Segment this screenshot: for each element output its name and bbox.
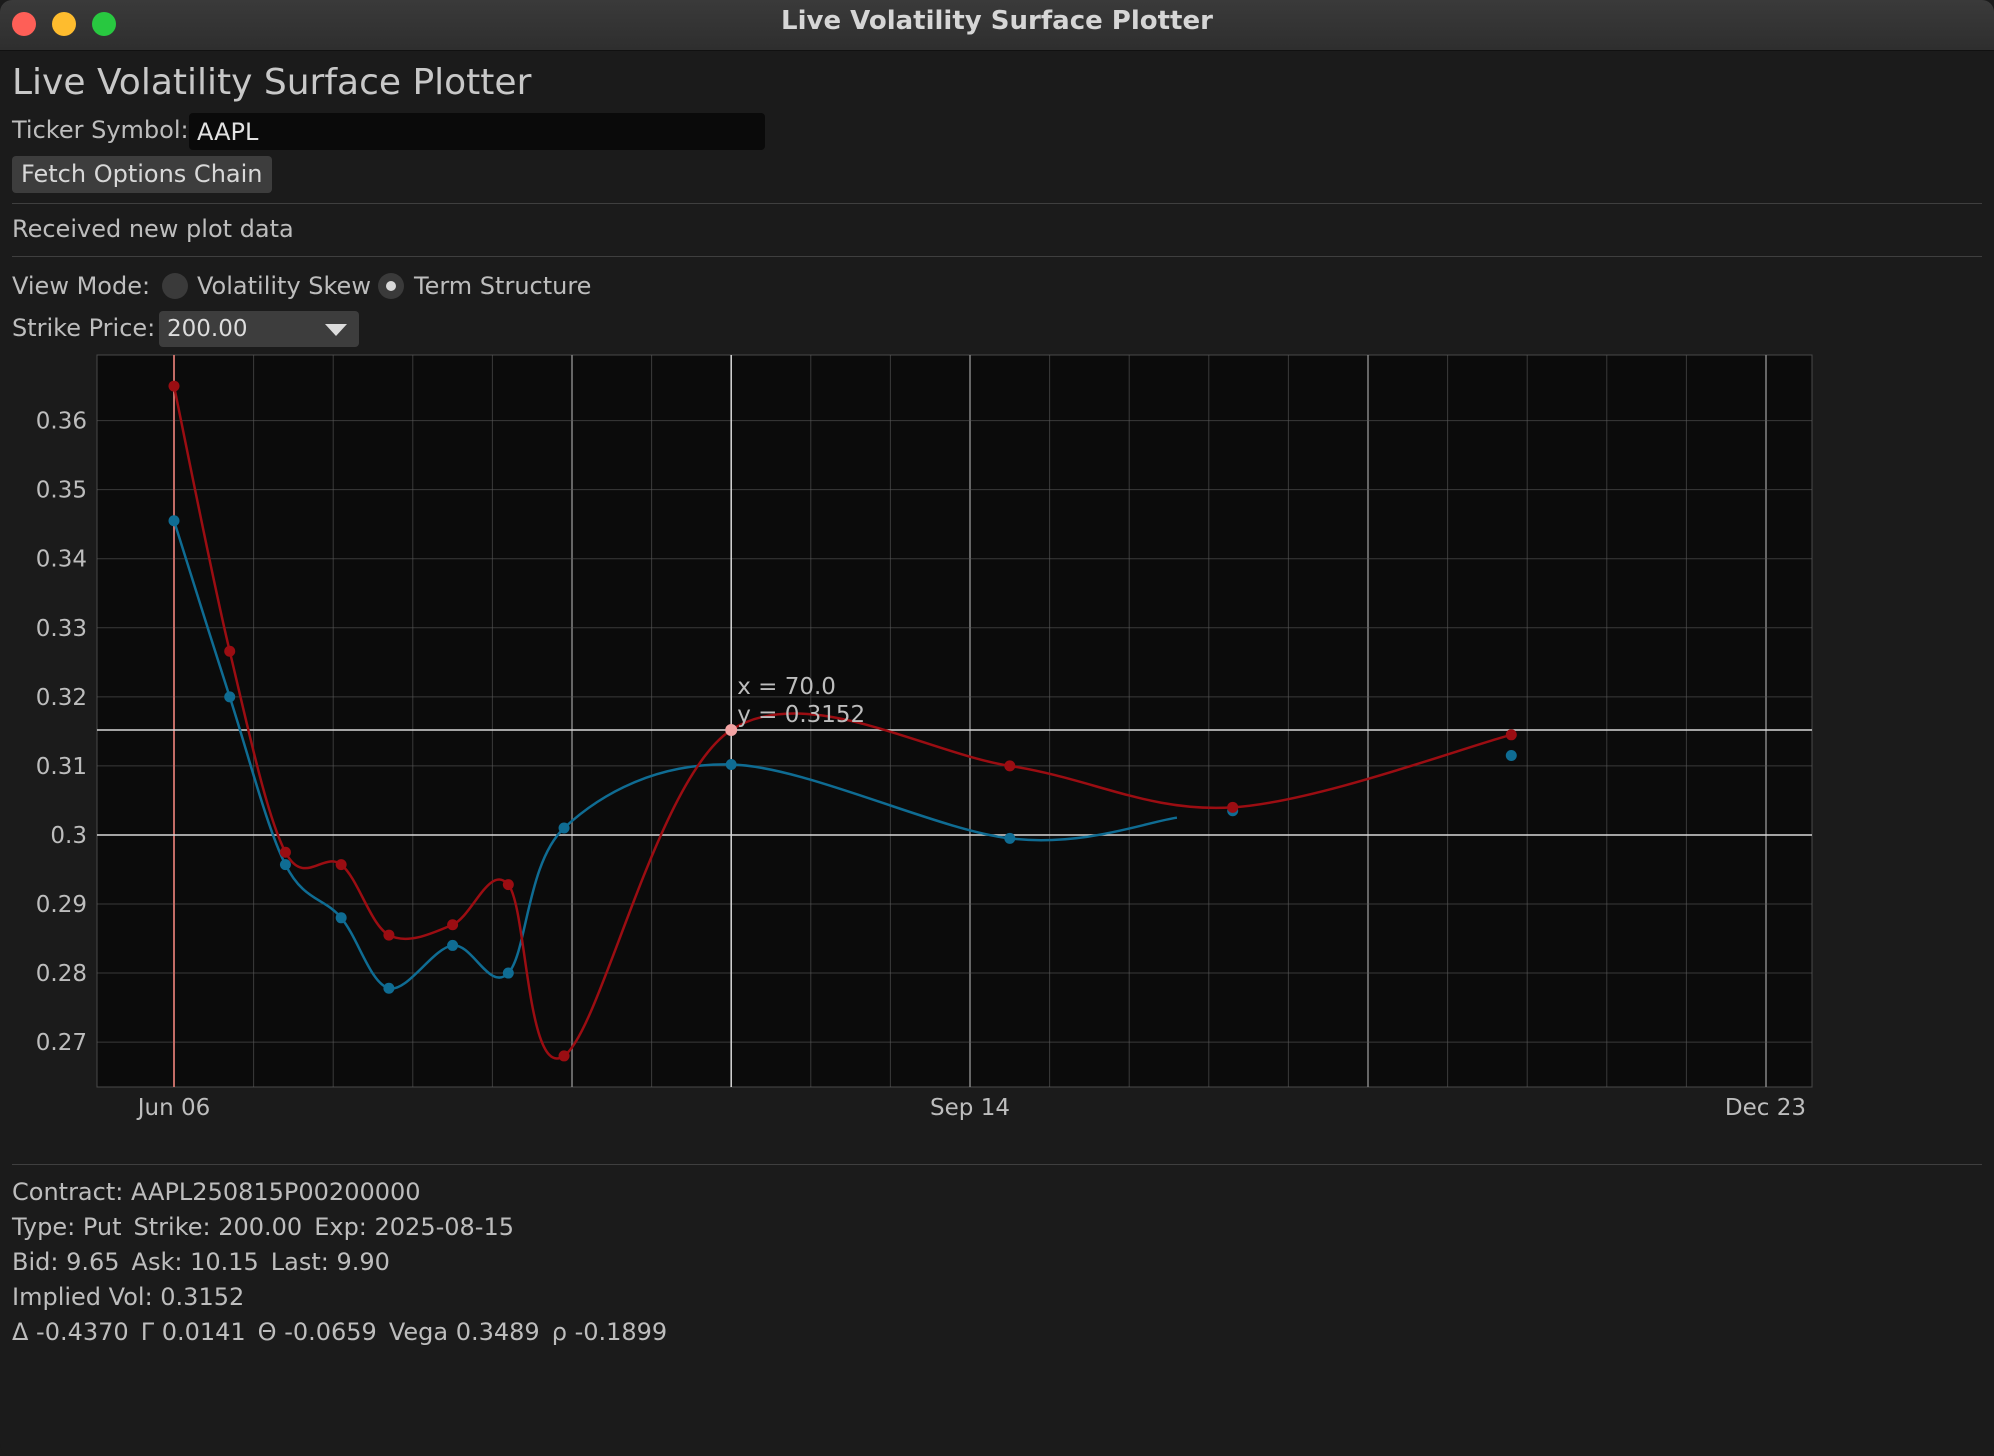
greek-vega: Vega 0.3489 (388, 1318, 540, 1346)
greek-theta: Θ -0.0659 (257, 1318, 377, 1346)
x-tick-label: Dec 23 (1725, 1095, 1806, 1120)
series-point-1[interactable] (447, 919, 459, 931)
series-point-1[interactable] (168, 380, 180, 392)
series-point-0[interactable] (335, 912, 347, 924)
series-point-0[interactable] (502, 967, 514, 979)
y-tick-label: 0.32 (36, 685, 87, 711)
series-point-1[interactable] (1004, 760, 1016, 772)
x-tick-label: Sep 14 (930, 1095, 1010, 1120)
plot-area[interactable] (96, 354, 1813, 1088)
divider (12, 256, 1982, 257)
series-point-0[interactable] (168, 515, 180, 527)
series-point-0[interactable] (558, 822, 570, 834)
radio-selected-dot (386, 281, 396, 291)
fetch-options-chain-button[interactable]: Fetch Options Chain (12, 156, 272, 193)
series-point-0[interactable] (447, 939, 459, 951)
quote-line: Bid: 9.65 Ask: 10.15 Last: 9.90 (12, 1248, 402, 1276)
series-point-1[interactable] (502, 879, 514, 891)
view-mode-label: View Mode: (12, 272, 151, 300)
greeks-line: Δ -0.4370 Γ 0.0141 Θ -0.0659 Vega 0.3489 ρ -… (12, 1318, 679, 1346)
y-tick-label: 0.36 (36, 409, 87, 435)
implied-vol-line: Implied Vol: 0.3152 (12, 1283, 245, 1311)
contract-line: Contract: AAPL250815P00200000 (12, 1178, 421, 1206)
y-tick-label: 0.34 (36, 547, 87, 573)
window-title: Live Volatility Surface Plotter (781, 6, 1213, 36)
y-tick-label: 0.28 (36, 961, 87, 987)
app-heading: Live Volatility Surface Plotter (12, 62, 532, 103)
divider (12, 1164, 1982, 1165)
radio-term-structure[interactable] (378, 273, 404, 299)
contract-strike: Strike: 200.00 (133, 1213, 303, 1241)
cursor-y-readout: y = 0.3152 (737, 702, 865, 728)
greek-gamma: Γ 0.0141 (140, 1318, 246, 1346)
series-point-1[interactable] (383, 929, 395, 941)
x-tick-label: Jun 06 (136, 1095, 211, 1120)
ask-value: Ask: 10.15 (131, 1248, 259, 1276)
series-point-0[interactable] (1004, 832, 1016, 844)
y-tick-label: 0.31 (36, 754, 87, 780)
y-tick-label: 0.3 (50, 823, 87, 849)
term-structure-chart[interactable]: 0.27 0.28 0.29 0.3 0.31 0.32 0.33 0.34 0.35 0.36 J… (0, 340, 1994, 1120)
series-point-1[interactable] (335, 859, 347, 871)
series-point-1[interactable] (1505, 729, 1517, 741)
radio-volatility-skew[interactable] (162, 273, 188, 299)
y-tick-label: 0.27 (36, 1030, 87, 1056)
divider (12, 203, 1982, 204)
series-point-1[interactable] (1227, 801, 1239, 813)
y-tick-label: 0.29 (36, 892, 87, 918)
cursor-x-readout: x = 70.0 (737, 674, 836, 700)
status-text: Received new plot data (12, 215, 294, 243)
chevron-down-icon (325, 324, 347, 336)
title-bar[interactable]: Live Volatility Surface Plotter (0, 0, 1994, 51)
series-point-0[interactable] (725, 759, 737, 771)
series-point-1[interactable] (279, 846, 291, 858)
bid-value: Bid: 9.65 (12, 1248, 120, 1276)
type-line: Type: Put Strike: 200.00 Exp: 2025-08-15 (12, 1213, 526, 1241)
strike-price-label: Strike Price: (12, 314, 156, 342)
contract-type: Type: Put (12, 1213, 122, 1241)
series-point-0[interactable] (383, 982, 395, 994)
greek-delta: Δ -0.4370 (12, 1318, 129, 1346)
series-point-0[interactable] (1505, 750, 1517, 762)
series-point-0[interactable] (224, 691, 236, 703)
app-window: Live Volatility Surface Plotter Live Vol… (0, 0, 1994, 1456)
series-point-1[interactable] (558, 1050, 570, 1062)
y-tick-label: 0.33 (36, 616, 87, 642)
ticker-label: Ticker Symbol: (12, 116, 189, 144)
cursor-point[interactable] (725, 723, 738, 736)
y-tick-label: 0.35 (36, 478, 87, 504)
contract-expiry: Exp: 2025-08-15 (314, 1213, 514, 1241)
radio-label-volatility-skew[interactable]: Volatility Skew (197, 272, 371, 300)
ticker-input[interactable] (189, 113, 765, 150)
last-value: Last: 9.90 (270, 1248, 390, 1276)
radio-label-term-structure[interactable]: Term Structure (414, 272, 591, 300)
series-point-1[interactable] (224, 645, 236, 657)
series-point-0[interactable] (279, 859, 291, 871)
greek-rho: ρ -0.1899 (551, 1318, 668, 1346)
